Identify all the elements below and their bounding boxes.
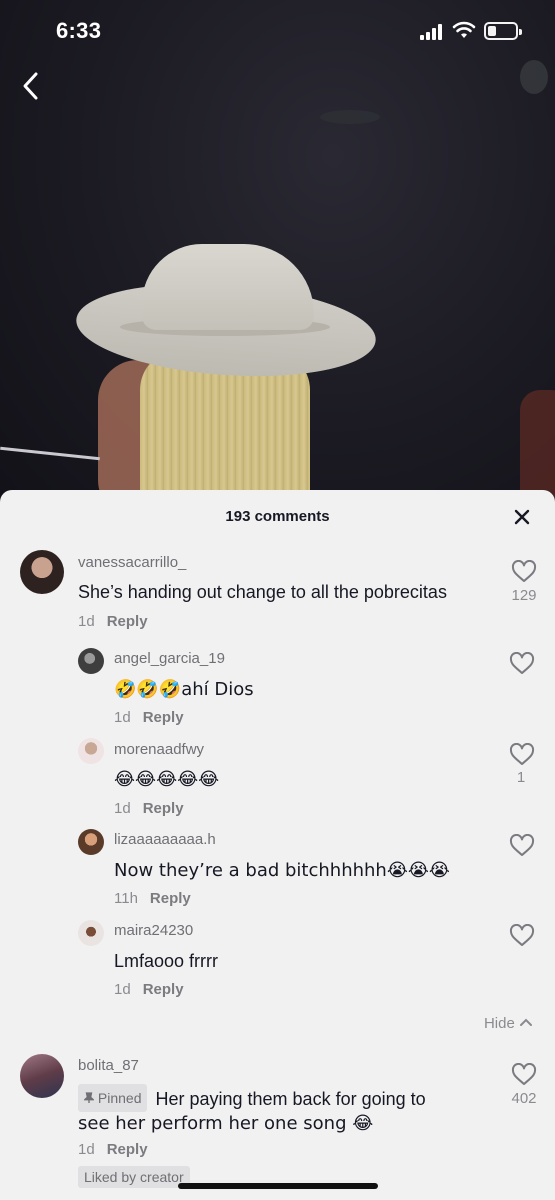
- comment-text: 😂😂😂😂😂: [114, 769, 220, 790]
- pin-icon: [83, 1092, 95, 1103]
- comment-text: Pinned Her paying them back for going to: [78, 1084, 426, 1112]
- cowboy-hat-crown: [142, 244, 314, 330]
- reply-button[interactable]: Reply: [150, 890, 191, 907]
- comments-sheet: 193 comments vanessacarrillo_ She’s hand…: [0, 490, 555, 1200]
- comment-text: 🤣🤣🤣ahí Dios: [114, 679, 254, 700]
- comment-meta: 1d Reply: [114, 981, 184, 998]
- comment-meta: 1d Reply: [78, 1141, 148, 1158]
- comment-meta: 11h Reply: [114, 890, 191, 907]
- stage-light: [320, 110, 380, 124]
- comment-time: 11h: [114, 890, 138, 907]
- comment-text: Lmfaooo frrrr: [114, 951, 219, 971]
- heart-outline-icon[interactable]: [509, 834, 535, 858]
- comment-time: 1d: [114, 800, 131, 817]
- comment-username[interactable]: lizaaaaaaaaa.h: [114, 831, 216, 848]
- stage-rail: [0, 446, 100, 461]
- reply-button[interactable]: Reply: [143, 981, 184, 998]
- comment-username[interactable]: angel_garcia_19: [114, 650, 225, 667]
- cellular-signal-icon: [420, 24, 442, 40]
- comment-meta: 1d Reply: [114, 709, 184, 726]
- reply-button[interactable]: Reply: [143, 800, 184, 817]
- avatar[interactable]: [78, 920, 104, 946]
- heart-outline-icon[interactable]: [509, 924, 535, 948]
- chevron-left-icon[interactable]: [18, 70, 46, 102]
- wifi-icon: [452, 21, 476, 38]
- liked-by-creator-badge: Liked by creator: [78, 1166, 190, 1188]
- comment-meta: 1d Reply: [114, 800, 184, 817]
- avatar[interactable]: [20, 1054, 64, 1098]
- comment-text: She’s handing out change to all the pobr…: [78, 582, 447, 602]
- like-count: 129: [511, 587, 537, 604]
- like-count: 1: [516, 769, 526, 786]
- avatar[interactable]: [78, 648, 104, 674]
- comment-username[interactable]: bolita_87: [78, 1057, 139, 1074]
- comment-text-line2: see her perform her one song 😂: [78, 1113, 374, 1134]
- battery-icon: [484, 22, 522, 40]
- comment-text: Now they’re a bad bitchhhhhh😭😭😭: [114, 860, 450, 881]
- comments-header: 193 comments: [0, 490, 555, 542]
- reply-button[interactable]: Reply: [107, 613, 148, 630]
- video-player[interactable]: [0, 0, 555, 520]
- heart-outline-icon[interactable]: [509, 743, 535, 767]
- hide-replies-button[interactable]: Hide: [484, 1015, 533, 1032]
- comment-time: 1d: [114, 709, 131, 726]
- close-icon[interactable]: [511, 506, 533, 528]
- status-time: 6:33: [56, 18, 102, 43]
- reply-button[interactable]: Reply: [143, 709, 184, 726]
- comment-meta: 1d Reply: [78, 613, 148, 630]
- like-count: 402: [511, 1090, 537, 1107]
- status-bar: 6:33: [0, 0, 555, 62]
- avatar[interactable]: [20, 550, 64, 594]
- heart-outline-icon[interactable]: [511, 560, 537, 584]
- avatar[interactable]: [78, 738, 104, 764]
- avatar[interactable]: [78, 829, 104, 855]
- hide-label: Hide: [483, 1015, 515, 1032]
- pinned-badge: Pinned: [78, 1084, 148, 1112]
- comment-count: 193 comments: [225, 508, 330, 525]
- comment-time: 1d: [78, 613, 95, 630]
- comment-username[interactable]: maira24230: [114, 922, 193, 939]
- home-indicator[interactable]: [178, 1183, 378, 1189]
- comment-time: 1d: [78, 1141, 95, 1158]
- chevron-up-icon: [520, 1018, 532, 1026]
- comment-username[interactable]: morenaadfwy: [114, 741, 204, 758]
- heart-outline-icon[interactable]: [509, 652, 535, 676]
- comment-time: 1d: [114, 981, 131, 998]
- reply-button[interactable]: Reply: [107, 1141, 148, 1158]
- heart-outline-icon[interactable]: [511, 1063, 537, 1087]
- comment-username[interactable]: vanessacarrillo_: [78, 554, 186, 571]
- stage-light: [520, 60, 548, 94]
